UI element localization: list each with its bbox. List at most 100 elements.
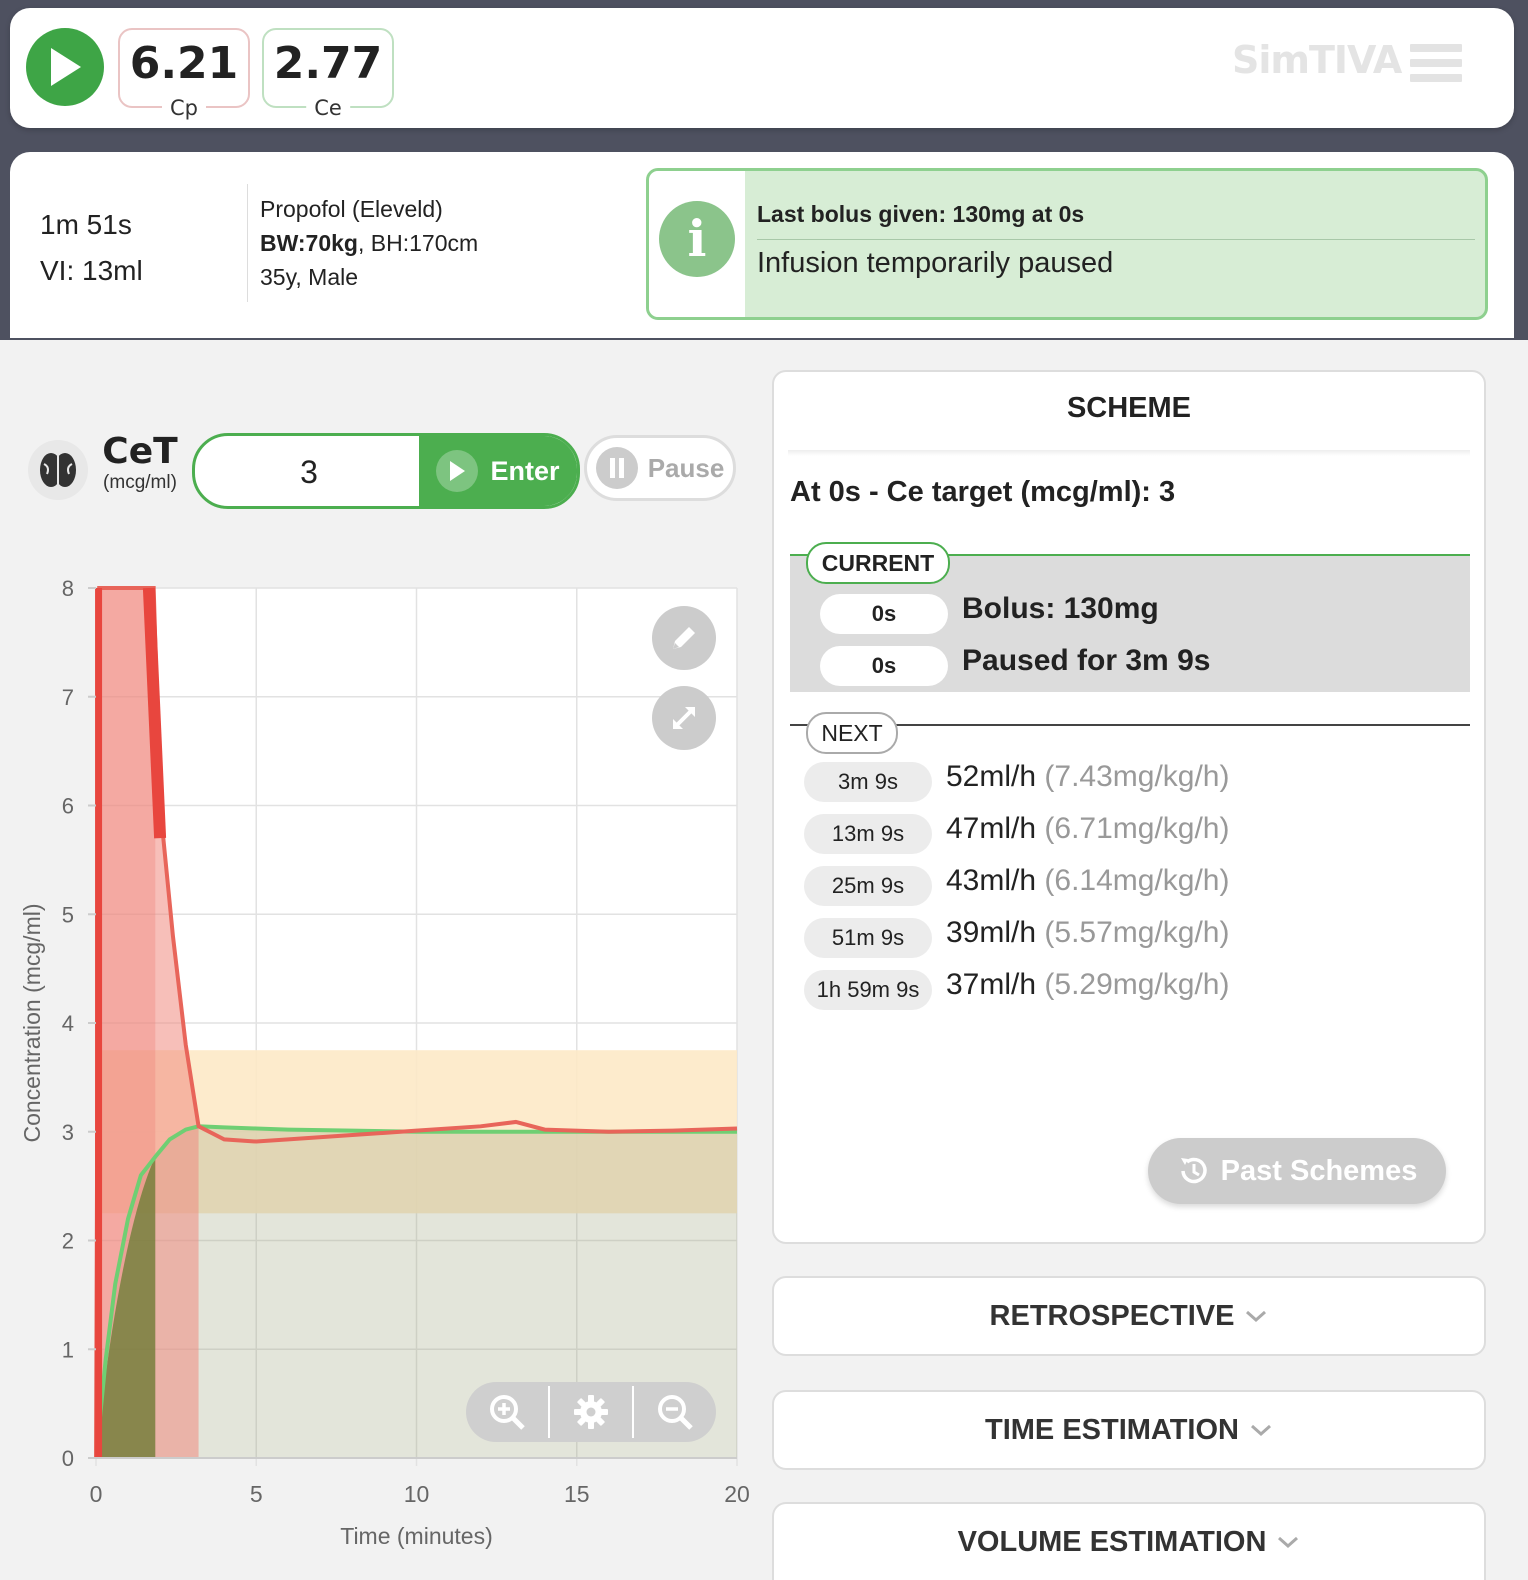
y-tick-label: 8: [62, 576, 74, 601]
x-tick-label: 20: [724, 1481, 750, 1507]
step-rate: 39ml/h: [946, 916, 1037, 949]
y-tick-label: 4: [62, 1011, 74, 1036]
step-time: 0s: [820, 646, 948, 686]
body-height: , BH:170cm: [358, 230, 479, 256]
patient-info: Propofol (Eleveld) BW:70kg, BH:170cm 35y…: [260, 192, 478, 294]
step-rate: 47ml/h: [946, 812, 1037, 845]
y-tick-label: 3: [62, 1120, 74, 1145]
zoom-in-button[interactable]: [466, 1382, 548, 1442]
play-button[interactable]: [26, 28, 104, 106]
step-description: Paused for 3m 9s: [962, 644, 1211, 677]
brain-icon: [28, 440, 88, 500]
header-bar: 6.21 Cp 2.77 Ce SimTIVA: [10, 8, 1514, 128]
cp-value: 6.21: [129, 38, 239, 89]
y-tick-label: 1: [62, 1337, 74, 1362]
chevron-down-icon: [1251, 1424, 1271, 1437]
step-time: 0s: [820, 594, 948, 634]
target-control: Enter: [192, 433, 580, 509]
ce-value: 2.77: [273, 38, 383, 89]
elapsed-info: 1m 51s VI: 13ml: [40, 202, 143, 294]
pencil-icon: [673, 627, 695, 649]
infused-volume: VI: 13ml: [40, 255, 143, 286]
x-axis-title: Time (minutes): [340, 1523, 493, 1549]
scheme-target: At 0s - Ce target (mcg/ml): 3: [790, 476, 1176, 508]
x-tick-label: 0: [90, 1481, 103, 1507]
past-schemes-button[interactable]: Past Schemes: [1148, 1138, 1446, 1204]
target-label: CeT (mcg/ml): [100, 432, 180, 494]
demographics: 35y, Male: [260, 264, 359, 290]
cp-readout: 6.21 Cp: [118, 28, 250, 120]
pause-icon: [595, 447, 638, 489]
step-time: 1h 59m 9s: [804, 970, 932, 1010]
target-title: CeT: [102, 431, 178, 472]
y-tick-label: 5: [62, 902, 74, 927]
step-time: 13m 9s: [804, 814, 932, 854]
chevron-down-icon: [1246, 1310, 1267, 1323]
drug-model: Propofol (Eleveld): [260, 196, 443, 222]
step-description: Bolus: 130mg: [962, 592, 1159, 625]
scheme-panel: SCHEME At 0s - Ce target (mcg/ml): 3 0s …: [772, 370, 1486, 1244]
app-logo: SimTIVA: [1232, 38, 1402, 82]
zoom-out-icon: [658, 1395, 693, 1430]
step-time: 3m 9s: [804, 762, 932, 802]
chevron-down-icon: [1278, 1536, 1299, 1549]
ce-readout: 2.77 Ce: [262, 28, 394, 120]
cp-label: Cp: [162, 96, 206, 120]
settings-button[interactable]: [550, 1382, 632, 1442]
info-icon: i: [659, 201, 735, 277]
pause-button[interactable]: Pause: [584, 435, 736, 501]
x-tick-label: 15: [564, 1481, 590, 1507]
time-estimation-section[interactable]: TIME ESTIMATION: [772, 1390, 1486, 1470]
zoom-out-button[interactable]: [634, 1382, 716, 1442]
step-dose: (6.71mg/kg/h): [1044, 812, 1230, 845]
expand-button[interactable]: [652, 686, 716, 750]
target-unit: (mcg/ml): [103, 472, 177, 493]
zoom-toolbar: [466, 1382, 716, 1442]
expand-icon: [673, 707, 695, 729]
x-tick-label: 5: [250, 1481, 263, 1507]
step-dose: (6.14mg/kg/h): [1044, 864, 1230, 897]
step-time: 51m 9s: [804, 918, 932, 958]
scheme-title: SCHEME: [1066, 392, 1192, 424]
play-icon: [436, 450, 479, 492]
ce-label: Ce: [306, 96, 350, 120]
y-axis-title: Concentration (mcg/ml): [19, 903, 45, 1142]
status-panel: 1m 51s VI: 13ml Propofol (Eleveld) BW:70…: [10, 152, 1514, 338]
enter-label: Enter: [490, 455, 560, 486]
history-icon: [1180, 1157, 1207, 1184]
section-title: RETROSPECTIVE: [989, 1299, 1235, 1332]
step-rate: 52ml/h: [946, 760, 1037, 793]
edit-button[interactable]: [652, 606, 716, 670]
y-tick-label: 6: [62, 794, 74, 819]
body-metrics: BW:70kg, BH:170cm: [260, 226, 478, 260]
zoom-in-icon: [490, 1395, 525, 1430]
step-time: 25m 9s: [804, 866, 932, 906]
play-icon: [51, 48, 81, 86]
pause-label: Pause: [647, 452, 725, 483]
alert-box: i Last bolus given: 130mg at 0s Infusion…: [646, 168, 1488, 320]
y-tick-label: 2: [62, 1229, 74, 1254]
step-dose: (7.43mg/kg/h): [1044, 760, 1230, 793]
step-dose: (5.29mg/kg/h): [1044, 968, 1230, 1001]
section-title: TIME ESTIMATION: [984, 1413, 1239, 1446]
y-tick-label: 0: [62, 1446, 74, 1471]
x-tick-label: 10: [404, 1481, 430, 1507]
step-dose: (5.57mg/kg/h): [1044, 916, 1230, 949]
step-rate: 37ml/h: [946, 968, 1037, 1001]
hamburger-menu-icon[interactable]: [1410, 44, 1462, 90]
body-weight: BW:70kg: [260, 230, 358, 256]
target-input[interactable]: [195, 436, 423, 506]
gear-icon: [574, 1395, 608, 1429]
section-title: VOLUME ESTIMATION: [957, 1525, 1267, 1558]
current-label: CURRENT: [806, 542, 950, 584]
elapsed-time: 1m 51s: [40, 209, 132, 240]
divider: [247, 184, 248, 302]
y-tick-label: 7: [62, 685, 74, 710]
step-rate: 43ml/h: [946, 864, 1037, 897]
alert-message: Infusion temporarily paused: [757, 247, 1114, 279]
next-label: NEXT: [806, 712, 898, 754]
volume-estimation-section[interactable]: VOLUME ESTIMATION: [772, 1502, 1486, 1580]
enter-button[interactable]: Enter: [419, 436, 577, 506]
retrospective-section[interactable]: RETROSPECTIVE: [772, 1276, 1486, 1356]
past-schemes-label: Past Schemes: [1220, 1154, 1418, 1187]
